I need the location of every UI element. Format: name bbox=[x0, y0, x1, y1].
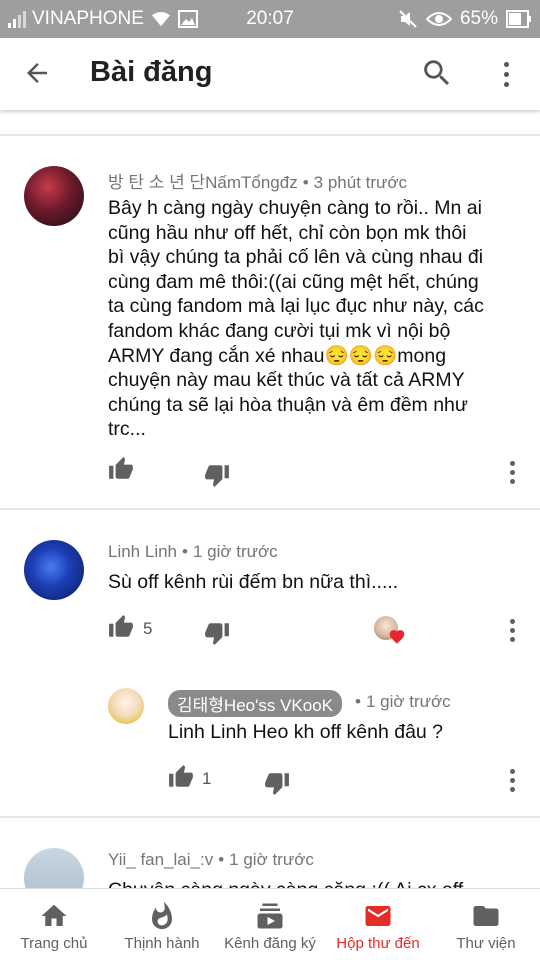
comment-text: Bây h càng ngày chuyện càng to rồi.. Mn … bbox=[108, 196, 484, 442]
comment-meta: Yii_ fan_lai_:v • 1 giờ trước bbox=[108, 850, 314, 869]
status-right: 65% bbox=[398, 8, 532, 30]
comment-time: 1 giờ trước bbox=[229, 850, 314, 869]
comment-line: ARMY đang cắn xé nhau😔😔😔mong bbox=[108, 344, 447, 367]
comment-line: fandom khác đang cười tụi mk vì nội bộ bbox=[108, 319, 451, 342]
comment-text: Chuyện càng ngày càng căng :(( Ai cx off bbox=[108, 878, 463, 888]
divider bbox=[0, 134, 540, 136]
nav-label: Kênh đăng ký bbox=[224, 935, 316, 952]
nav-label: Hộp thư đến bbox=[336, 935, 420, 952]
nav-label: Thư viện bbox=[456, 935, 516, 952]
search-button[interactable] bbox=[420, 56, 456, 92]
avatar[interactable] bbox=[24, 166, 84, 226]
nav-inbox[interactable]: Hộp thư đến bbox=[324, 889, 432, 960]
search-icon bbox=[424, 60, 450, 86]
more-dot-icon bbox=[503, 81, 509, 87]
like-button[interactable] bbox=[108, 456, 134, 486]
avatar[interactable] bbox=[24, 848, 84, 888]
divider bbox=[0, 816, 540, 818]
comment-menu-button[interactable] bbox=[502, 766, 522, 794]
nav-trending[interactable]: Thịnh hành bbox=[108, 889, 216, 960]
comments-list[interactable]: 방 탄 소 년 단NấmTổngđz • 3 phút trước Bây h cà… bbox=[0, 110, 540, 888]
like-count: 5 bbox=[143, 619, 153, 638]
reply-time: 1 giờ trước bbox=[365, 692, 451, 711]
nav-home[interactable]: Trang chủ bbox=[0, 889, 108, 960]
comment-time: 1 giờ trước bbox=[192, 542, 278, 561]
comment-menu-button[interactable] bbox=[502, 458, 522, 486]
more-dot-icon bbox=[503, 71, 509, 77]
like-count: 1 bbox=[202, 769, 212, 788]
comment-line: trc... bbox=[108, 418, 146, 441]
comment-author[interactable]: Yii_ fan_lai_:v bbox=[108, 850, 213, 869]
comment-line: ta cùng fandom mà lại lục đục như này, c… bbox=[108, 295, 484, 318]
more-dot-icon bbox=[503, 61, 509, 67]
subscriptions-icon bbox=[257, 903, 283, 929]
nav-label: Trang chủ bbox=[20, 935, 88, 952]
mute-icon bbox=[399, 10, 417, 28]
comment-menu-button[interactable] bbox=[502, 616, 522, 644]
dislike-button[interactable] bbox=[204, 462, 230, 492]
like-button[interactable] bbox=[168, 764, 194, 794]
comment-text: Sù off kênh rùi đếm bn nữa thì..... bbox=[108, 571, 399, 593]
home-icon bbox=[41, 904, 67, 926]
bottom-navigation: Trang chủ Thịnh hành Kênh đăng ký Hộp th… bbox=[0, 888, 540, 960]
back-button[interactable] bbox=[22, 58, 62, 90]
eye-comfort-icon bbox=[425, 12, 452, 26]
reply-avatar[interactable] bbox=[108, 688, 144, 724]
nav-subscriptions[interactable]: Kênh đăng ký bbox=[216, 889, 324, 960]
app-bar: Bài đăng bbox=[0, 38, 540, 110]
library-folder-icon bbox=[473, 906, 499, 926]
creator-heart-badge bbox=[374, 616, 408, 646]
comment-line: chuyện này mau kết thúc và tất cả ARMY bbox=[108, 369, 465, 392]
battery-percent: 65% bbox=[459, 8, 498, 29]
nav-library[interactable]: Thư viện bbox=[432, 889, 540, 960]
thumbs-down-icon bbox=[205, 623, 229, 645]
battery-icon bbox=[506, 10, 531, 28]
inbox-mail-icon bbox=[365, 906, 391, 926]
dislike-button[interactable] bbox=[204, 620, 230, 650]
comment-line: Bây h càng ngày chuyện càng to rồi.. Mn … bbox=[108, 197, 482, 219]
page-title: Bài đăng bbox=[90, 56, 213, 88]
thumbs-up-icon bbox=[169, 765, 193, 787]
reply-author-chip[interactable]: 김태형Heo'ss VKooK bbox=[168, 690, 343, 717]
comment-line: bì vậy chúng ta phải cố lên và cùng nhau… bbox=[108, 246, 484, 269]
comment-line: chúng ta sẽ lại hòa thuận và êm đềm như bbox=[108, 393, 468, 416]
comment-author[interactable]: 방 탄 소 년 단NấmTổngđz bbox=[108, 173, 298, 192]
reply-meta: • 1 giờ trước bbox=[355, 692, 451, 711]
comment-line: cũng hầu như off hết, chỉ còn bọn mk thô… bbox=[108, 221, 467, 244]
thumbs-down-icon bbox=[205, 465, 229, 487]
status-bar: VINAPHONE 20:07 65% bbox=[0, 0, 540, 38]
heart-icon bbox=[389, 630, 405, 644]
nav-label: Thịnh hành bbox=[124, 935, 200, 952]
divider bbox=[0, 508, 540, 510]
reply-text: Linh Linh Heo kh off kênh đâu ? bbox=[168, 721, 444, 743]
comment-author[interactable]: Linh Linh bbox=[108, 542, 177, 561]
comment-meta: 방 탄 소 년 단NấmTổngđz • 3 phút trước bbox=[108, 173, 408, 192]
comment-meta: Linh Linh • 1 giờ trước bbox=[108, 542, 278, 561]
comment-line: cùng đam mê thôi:((ai cũng mệt hết, chún… bbox=[108, 270, 479, 293]
comment-time: 3 phút trước bbox=[313, 173, 408, 192]
thumbs-up-icon bbox=[109, 615, 133, 637]
trending-flame-icon bbox=[152, 901, 172, 930]
like-button[interactable] bbox=[108, 614, 134, 644]
more-options-button[interactable] bbox=[494, 56, 518, 92]
dislike-button[interactable] bbox=[264, 770, 290, 800]
back-arrow-icon bbox=[27, 63, 47, 83]
thumbs-down-icon bbox=[265, 773, 289, 795]
thumbs-up-icon bbox=[109, 457, 133, 479]
avatar[interactable] bbox=[24, 540, 84, 600]
